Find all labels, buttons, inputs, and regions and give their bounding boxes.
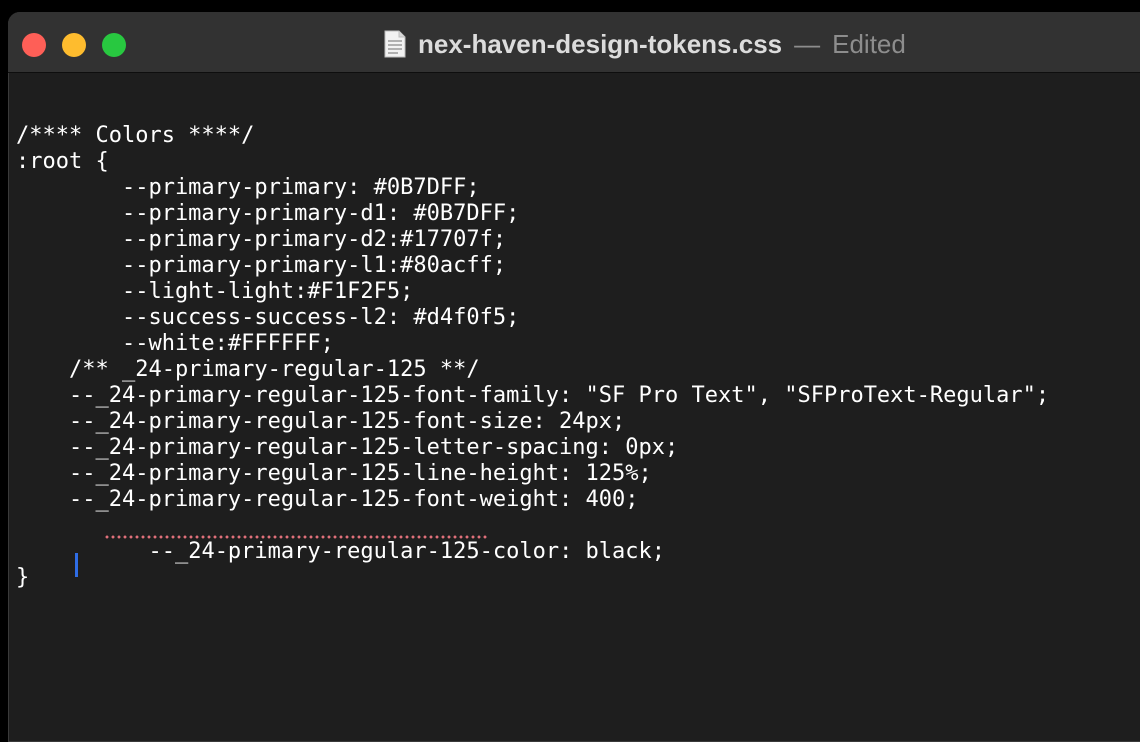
code-line: --primary-primary-d2:#17707f; xyxy=(16,227,507,252)
title-separator: — xyxy=(794,28,821,59)
code-line: --_24-primary-regular-125-letter-spacing… xyxy=(16,435,679,460)
code-line: --white:#FFFFFF; xyxy=(16,331,334,356)
code-line: --light-light:#F1F2F5; xyxy=(16,279,414,304)
code-line: --success-success-l2: #d4f0f5; xyxy=(16,305,520,330)
code-line: --_24-primary-regular-125-font-size: 24p… xyxy=(16,409,626,434)
close-button[interactable] xyxy=(22,33,46,57)
text-editor-area[interactable]: /**** Colors ****/ :root { --primary-pri… xyxy=(16,123,1140,742)
code-line: --_24-primary-regular-125-font-family: "… xyxy=(16,383,1050,408)
text-cursor xyxy=(75,553,78,577)
code-line: --primary-primary-d1: #0B7DFF; xyxy=(16,201,520,226)
code-line: --_24-primary-regular-125-font-weight: 4… xyxy=(16,487,639,512)
document-name: nex-haven-design-tokens.css xyxy=(418,28,783,59)
edited-status: Edited xyxy=(832,28,906,59)
document-icon xyxy=(384,30,406,58)
window-title[interactable]: nex-haven-design-tokens.css — Edited xyxy=(384,28,906,60)
code-line: /** _24-primary-regular-125 **/ xyxy=(16,357,480,382)
title-bar[interactable]: nex-haven-design-tokens.css — Edited xyxy=(8,12,1140,73)
zoom-button[interactable] xyxy=(102,33,126,57)
code-line: :root { xyxy=(16,149,109,174)
code-line: --_24-primary-regular-125-color: black; xyxy=(16,513,1140,564)
editor-window: nex-haven-design-tokens.css — Edited /**… xyxy=(8,12,1140,742)
code-line: --_24-primary-regular-125-line-height: 1… xyxy=(16,461,652,486)
code-line: --primary-primary: #0B7DFF; xyxy=(16,175,480,200)
code-line: /**** Colors ****/ xyxy=(16,123,255,148)
code-line: --primary-primary-l1:#80acff; xyxy=(16,253,507,278)
code-line: } xyxy=(16,565,30,590)
minimize-button[interactable] xyxy=(62,33,86,57)
